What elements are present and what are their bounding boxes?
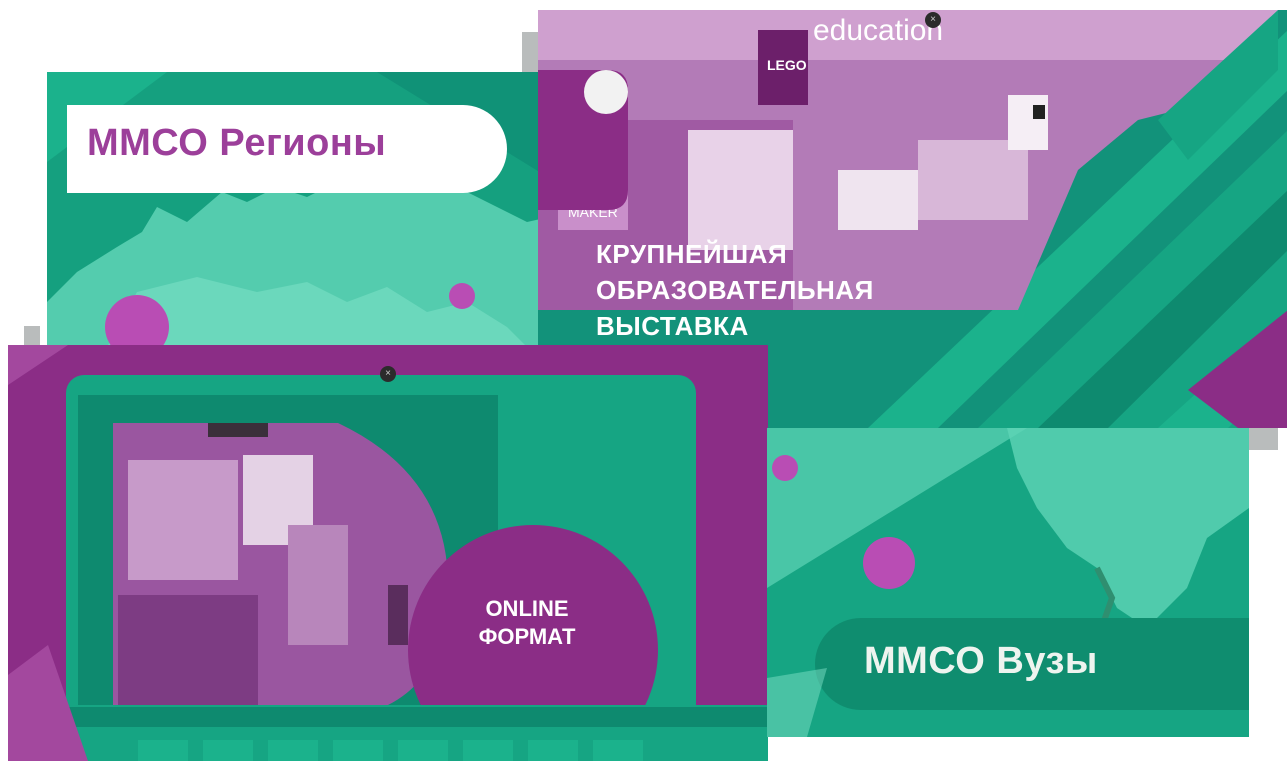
heading-line: ОБРАЗОВАТЕЛЬНАЯ — [596, 275, 874, 305]
laptop-illustration — [8, 345, 768, 761]
card-title: ММСО Регионы — [87, 122, 387, 164]
label-line: ONLINE — [485, 596, 569, 621]
decor-dot — [449, 283, 475, 309]
heading-line: КРУПНЕЙШАЯ — [596, 239, 788, 269]
online-format-label: ONLINE ФОРМАТ — [412, 595, 642, 651]
card-title: ММСО Вузы — [864, 640, 1098, 682]
mmco-universities-card[interactable]: ММСО Вузы — [767, 428, 1249, 737]
decor-dot — [863, 537, 915, 589]
online-format-card[interactable]: ONLINE ФОРМАТ — [8, 345, 768, 761]
lego-logo: LEGO — [767, 57, 807, 73]
mmco-regions-card[interactable]: ММСО Регионы — [47, 72, 572, 347]
close-icon[interactable]: × — [925, 12, 941, 28]
close-icon[interactable]: × — [380, 366, 396, 382]
education-sign: education — [813, 14, 943, 47]
decor-dot — [772, 455, 798, 481]
exhibition-heading: КРУПНЕЙШАЯ ОБРАЗОВАТЕЛЬНАЯ ВЫСТАВКА — [596, 236, 874, 344]
heading-line: ВЫСТАВКА — [596, 311, 749, 341]
label-line: ФОРМАТ — [478, 624, 576, 649]
far-east-map-icon — [767, 428, 1249, 737]
